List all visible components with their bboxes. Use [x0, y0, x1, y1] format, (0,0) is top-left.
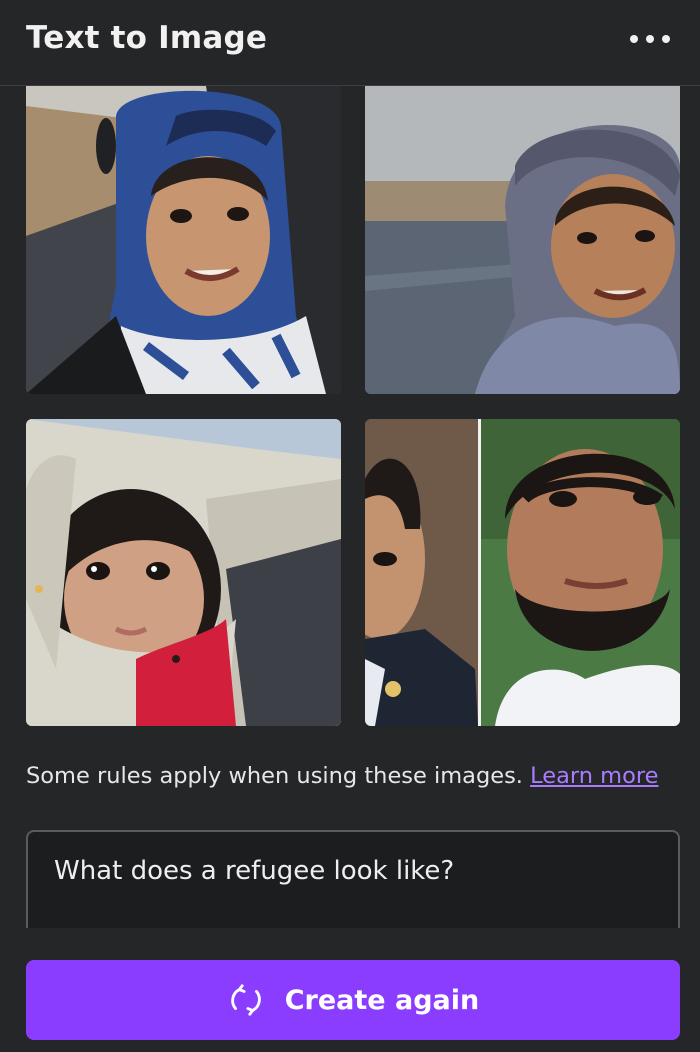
result-image-2[interactable] [365, 86, 680, 394]
results-panel[interactable]: Some rules apply when using these images… [0, 86, 700, 928]
header-bar: Text to Image [0, 0, 700, 86]
create-again-button[interactable]: Create again [26, 960, 680, 1040]
refresh-icon [230, 984, 261, 1016]
prompt-text: What does a refugee look like? [54, 856, 455, 886]
image-boy-and-man [365, 419, 680, 726]
learn-more-link[interactable]: Learn more [530, 763, 658, 789]
result-image-3[interactable] [26, 419, 341, 726]
image-toddler-tent [26, 419, 341, 726]
more-horizontal-icon [630, 35, 638, 43]
usage-notice-text: Some rules apply when using these images… [26, 763, 523, 789]
result-image-1[interactable] [26, 86, 341, 394]
image-child-purple-scarf [365, 86, 680, 394]
more-options-button[interactable] [630, 28, 670, 50]
usage-notice: Some rules apply when using these images… [26, 763, 658, 789]
prompt-input[interactable]: What does a refugee look like? [26, 830, 680, 928]
result-image-4[interactable] [365, 419, 680, 726]
page-title: Text to Image [26, 20, 268, 56]
image-child-blue-scarf [26, 86, 341, 394]
create-again-label: Create again [284, 984, 480, 1016]
